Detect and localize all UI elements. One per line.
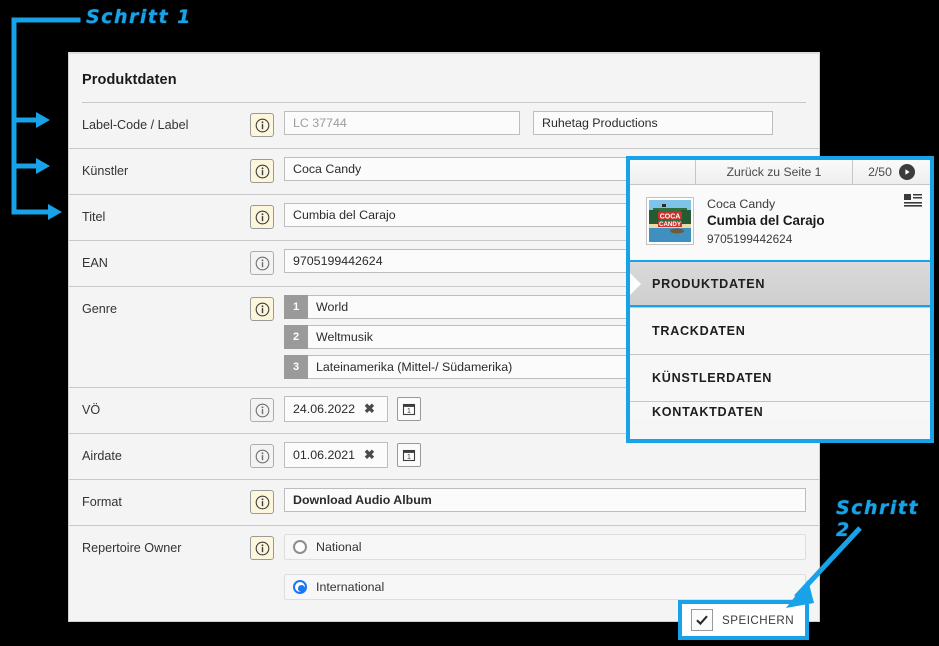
info-icon[interactable] bbox=[250, 490, 274, 514]
row-label: VÖ bbox=[82, 403, 101, 417]
row-label: EAN bbox=[82, 256, 108, 270]
annotation-step-1: Schritt 1 bbox=[86, 6, 192, 28]
info-icon[interactable] bbox=[250, 297, 274, 321]
save-button-label: SPEICHERN bbox=[722, 613, 795, 627]
airdate-date-value: 01.06.2021 bbox=[293, 448, 356, 462]
radio-option-national[interactable]: National bbox=[284, 534, 806, 560]
row-label: Label-Code / Label bbox=[82, 118, 189, 132]
row-label: Airdate bbox=[82, 449, 122, 463]
form-row-repertoire-owner: Repertoire Owner National International bbox=[69, 526, 819, 608]
checkmark-icon bbox=[691, 609, 713, 631]
voe-date-value: 24.06.2022 bbox=[293, 402, 356, 416]
sidebar-item-trackdaten[interactable]: TRACKDATEN bbox=[630, 307, 930, 354]
row-label: Titel bbox=[82, 210, 106, 224]
summary-ean: 9705199442624 bbox=[707, 232, 793, 246]
form-row-label-code: Label-Code / Label LC 37744 Ruhetag Prod… bbox=[69, 103, 819, 149]
info-icon[interactable] bbox=[250, 159, 274, 183]
radio-label: International bbox=[316, 580, 385, 594]
screenshot-root: Produktdaten Label-Code / Label LC 37744… bbox=[0, 0, 939, 646]
row-label: Repertoire Owner bbox=[82, 541, 182, 555]
page-title: Produktdaten bbox=[82, 72, 177, 88]
radio-icon-selected[interactable] bbox=[293, 580, 307, 594]
info-icon[interactable] bbox=[250, 398, 274, 422]
page-counter: 2/50 bbox=[868, 165, 892, 179]
calendar-icon[interactable]: 1 bbox=[397, 397, 421, 421]
arrow-head bbox=[36, 112, 50, 128]
repertoire-owner-radio-group: National International bbox=[284, 534, 806, 600]
row-label: Genre bbox=[82, 302, 118, 316]
next-page-icon[interactable] bbox=[898, 164, 915, 180]
svg-text:COCA: COCA bbox=[660, 213, 681, 220]
back-to-page-1-button[interactable]: Zurück zu Seite 1 bbox=[696, 160, 853, 185]
info-icon[interactable] bbox=[250, 444, 274, 468]
sidebar-item-label: TRACKDATEN bbox=[652, 324, 746, 338]
sidebar-item-kontaktdaten[interactable]: KONTAKTDATEN bbox=[630, 401, 930, 419]
genre-index: 2 bbox=[284, 325, 308, 349]
annotation-step-2: Schritt 2 bbox=[836, 497, 920, 541]
arrow-head bbox=[48, 204, 62, 220]
navigation-side-panel: Zurück zu Seite 1 2/50 COCA CANDY Coca C… bbox=[626, 156, 934, 443]
topbar-spacer bbox=[630, 160, 696, 185]
info-icon[interactable] bbox=[250, 251, 274, 275]
arrow-head bbox=[36, 158, 50, 174]
clear-icon[interactable]: ✖ bbox=[364, 401, 375, 417]
row-label: Format bbox=[82, 495, 122, 509]
summary-title: Cumbia del Carajo bbox=[707, 213, 825, 228]
page-counter-cell: 2/50 bbox=[853, 160, 930, 185]
airdate-date-input[interactable]: 01.06.2021 ✖ bbox=[284, 442, 388, 468]
sidebar-item-kuenstlerdaten[interactable]: KÜNSTLERDATEN bbox=[630, 354, 930, 401]
info-icon[interactable] bbox=[250, 205, 274, 229]
svg-text:1: 1 bbox=[407, 408, 411, 415]
label-code-input[interactable]: LC 37744 bbox=[284, 111, 520, 135]
form-row-format: Format Download Audio Album bbox=[69, 480, 819, 526]
side-panel-topbar: Zurück zu Seite 1 2/50 bbox=[630, 160, 930, 185]
release-summary: COCA CANDY Coca Candy Cumbia del Carajo … bbox=[630, 185, 930, 260]
clear-icon[interactable]: ✖ bbox=[364, 447, 375, 463]
label-name-input[interactable]: Ruhetag Productions bbox=[533, 111, 773, 135]
summary-artist: Coca Candy bbox=[707, 197, 776, 211]
details-list-icon[interactable] bbox=[902, 191, 924, 209]
sidebar-item-label: PRODUKTDATEN bbox=[652, 276, 766, 291]
radio-icon[interactable] bbox=[293, 540, 307, 554]
genre-index: 1 bbox=[284, 295, 308, 319]
sidebar-item-produktdaten[interactable]: PRODUKTDATEN bbox=[630, 260, 930, 307]
info-icon[interactable] bbox=[250, 536, 274, 560]
genre-index: 3 bbox=[284, 355, 308, 379]
release-meta-text: Coca Candy Cumbia del Carajo 97051994426… bbox=[707, 197, 825, 246]
svg-text:1: 1 bbox=[407, 454, 411, 461]
album-cover-thumbnail: COCA CANDY bbox=[646, 197, 694, 245]
sidebar-item-label: KONTAKTDATEN bbox=[652, 405, 764, 419]
save-button[interactable]: SPEICHERN bbox=[678, 600, 809, 640]
format-select[interactable]: Download Audio Album bbox=[284, 488, 806, 512]
voe-date-input[interactable]: 24.06.2022 ✖ bbox=[284, 396, 388, 422]
calendar-icon[interactable]: 1 bbox=[397, 443, 421, 467]
row-label: Künstler bbox=[82, 164, 129, 178]
radio-label: National bbox=[316, 540, 362, 554]
info-icon[interactable] bbox=[250, 113, 274, 137]
svg-text:CANDY: CANDY bbox=[659, 221, 682, 228]
sidebar-item-label: KÜNSTLERDATEN bbox=[652, 371, 773, 385]
radio-option-international[interactable]: International bbox=[284, 574, 806, 600]
